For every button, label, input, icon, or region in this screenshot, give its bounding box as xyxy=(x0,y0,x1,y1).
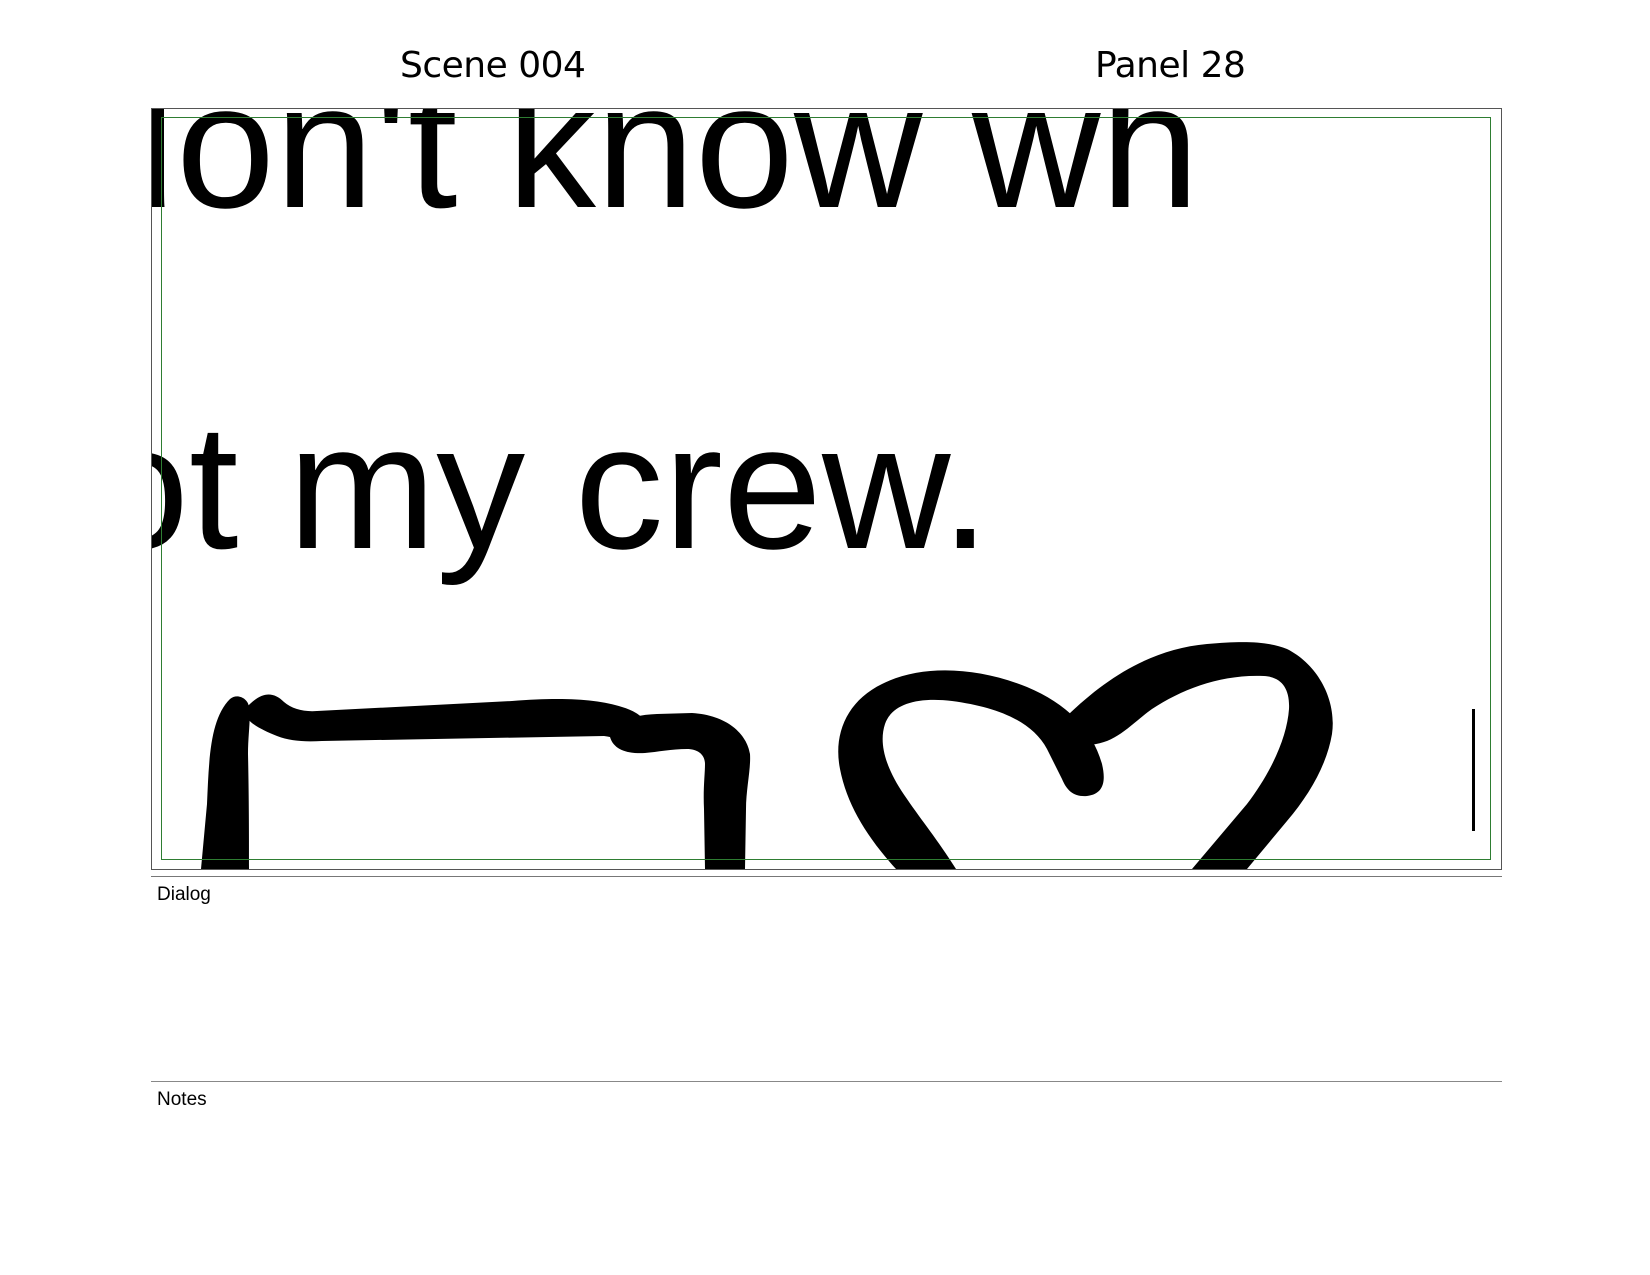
notes-label: Notes xyxy=(157,1089,207,1110)
storyboard-panel-frame[interactable]: don't know wh ot my crew. xyxy=(151,108,1502,870)
stroke-right-post xyxy=(610,713,751,869)
hand-drawn-strokes xyxy=(201,642,1475,869)
panel-number: Panel 28 xyxy=(1095,45,1246,86)
panel-lettering-line-2: ot my crew. xyxy=(152,387,990,586)
panel-lettering-line-1: don't know wh xyxy=(152,109,1199,245)
stroke-left-post xyxy=(201,696,250,869)
stroke-right-curl xyxy=(1059,642,1333,869)
panel-artwork: don't know wh ot my crew. xyxy=(152,109,1475,869)
panel-frame-underline xyxy=(151,876,1502,877)
stroke-left-curl xyxy=(838,670,1104,869)
notes-divider xyxy=(151,1081,1502,1082)
stroke-edge-mark xyxy=(1472,709,1475,831)
stroke-top-bar xyxy=(247,694,646,742)
dialog-label: Dialog xyxy=(157,884,211,905)
scene-number: Scene 004 xyxy=(400,45,586,86)
